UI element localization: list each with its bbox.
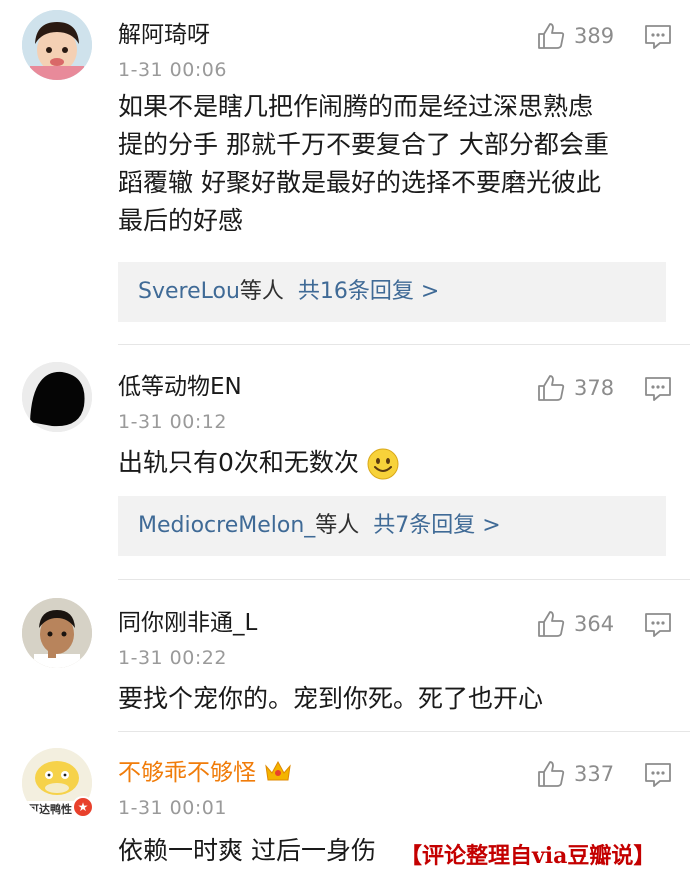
- smile-emoji-icon: [367, 448, 399, 480]
- reply-count-link[interactable]: 共7条回复 >: [373, 513, 500, 538]
- crown-badge-icon: [265, 760, 292, 781]
- comment-line: 依赖一时爽 过后一身伤: [118, 836, 376, 865]
- like-button[interactable]: 364: [536, 608, 616, 640]
- username[interactable]: 解阿琦呀: [118, 20, 210, 50]
- divider: [118, 344, 690, 345]
- comment-line: 最后的好感: [118, 206, 244, 235]
- comment-icon[interactable]: [644, 762, 672, 788]
- timestamp: 1-31 00:06: [118, 59, 227, 81]
- comment-line: 如果不是瞎几把作闹腾的而是经过深思熟虑: [118, 92, 594, 121]
- like-count: 364: [574, 612, 615, 636]
- username[interactable]: 不够乖不够怪: [118, 758, 293, 788]
- avatar-label: 可达鸭性: [28, 803, 72, 816]
- reply-suffix: 等人: [315, 513, 360, 538]
- like-count: 337: [574, 762, 615, 786]
- username-text: 不够乖不够怪: [118, 760, 256, 786]
- comment-line: 要找个宠你的。宠到你死。死了也开心: [118, 684, 544, 713]
- comment-line: 提的分手 那就千万不要复合了 大部分都会重: [118, 130, 609, 159]
- thumbs-up-icon: [538, 375, 565, 401]
- reply-users[interactable]: SvereLou: [138, 279, 240, 304]
- like-button[interactable]: 389: [536, 20, 616, 52]
- like-count: 389: [574, 24, 615, 48]
- comment-line: 出轨只有0次和无数次: [118, 448, 359, 477]
- avatar[interactable]: [22, 10, 92, 80]
- avatar[interactable]: [22, 598, 92, 668]
- comment-text: 要找个宠你的。宠到你死。死了也开心: [118, 680, 678, 718]
- comment-icon[interactable]: [644, 612, 672, 638]
- username[interactable]: 同你刚非通_L: [118, 608, 257, 638]
- reply-summary[interactable]: SvereLou等人 共16条回复 >: [118, 262, 666, 322]
- thumbs-up-icon: [538, 761, 565, 787]
- thumbs-up-icon: [538, 23, 565, 49]
- comment-line: 蹈覆辙 好聚好散是最好的选择不要磨光彼此: [118, 168, 601, 197]
- divider: [118, 731, 690, 732]
- timestamp: 1-31 00:01: [118, 797, 227, 819]
- thumbs-up-icon: [538, 611, 565, 637]
- verified-badge-icon: ★: [72, 796, 94, 818]
- timestamp: 1-31 00:12: [118, 411, 227, 433]
- reply-users[interactable]: MediocreMelon_: [138, 513, 315, 538]
- reply-summary[interactable]: MediocreMelon_等人 共7条回复 >: [118, 496, 666, 556]
- like-button[interactable]: 337: [536, 758, 616, 790]
- comment-text: 如果不是瞎几把作闹腾的而是经过深思熟虑 提的分手 那就千万不要复合了 大部分都会…: [118, 88, 678, 240]
- comment-text: 出轨只有0次和无数次: [118, 444, 678, 482]
- source-watermark: 【评论整理自via豆瓣说】: [396, 840, 660, 872]
- reply-count-link[interactable]: 共16条回复 >: [298, 279, 439, 304]
- divider: [118, 579, 690, 580]
- timestamp: 1-31 00:22: [118, 647, 227, 669]
- like-button[interactable]: 378: [536, 372, 616, 404]
- comment-icon[interactable]: [644, 376, 672, 402]
- like-count: 378: [574, 376, 615, 400]
- reply-suffix: 等人: [239, 279, 284, 304]
- username[interactable]: 低等动物EN: [118, 372, 242, 402]
- comment-icon[interactable]: [644, 24, 672, 50]
- avatar[interactable]: [22, 362, 92, 432]
